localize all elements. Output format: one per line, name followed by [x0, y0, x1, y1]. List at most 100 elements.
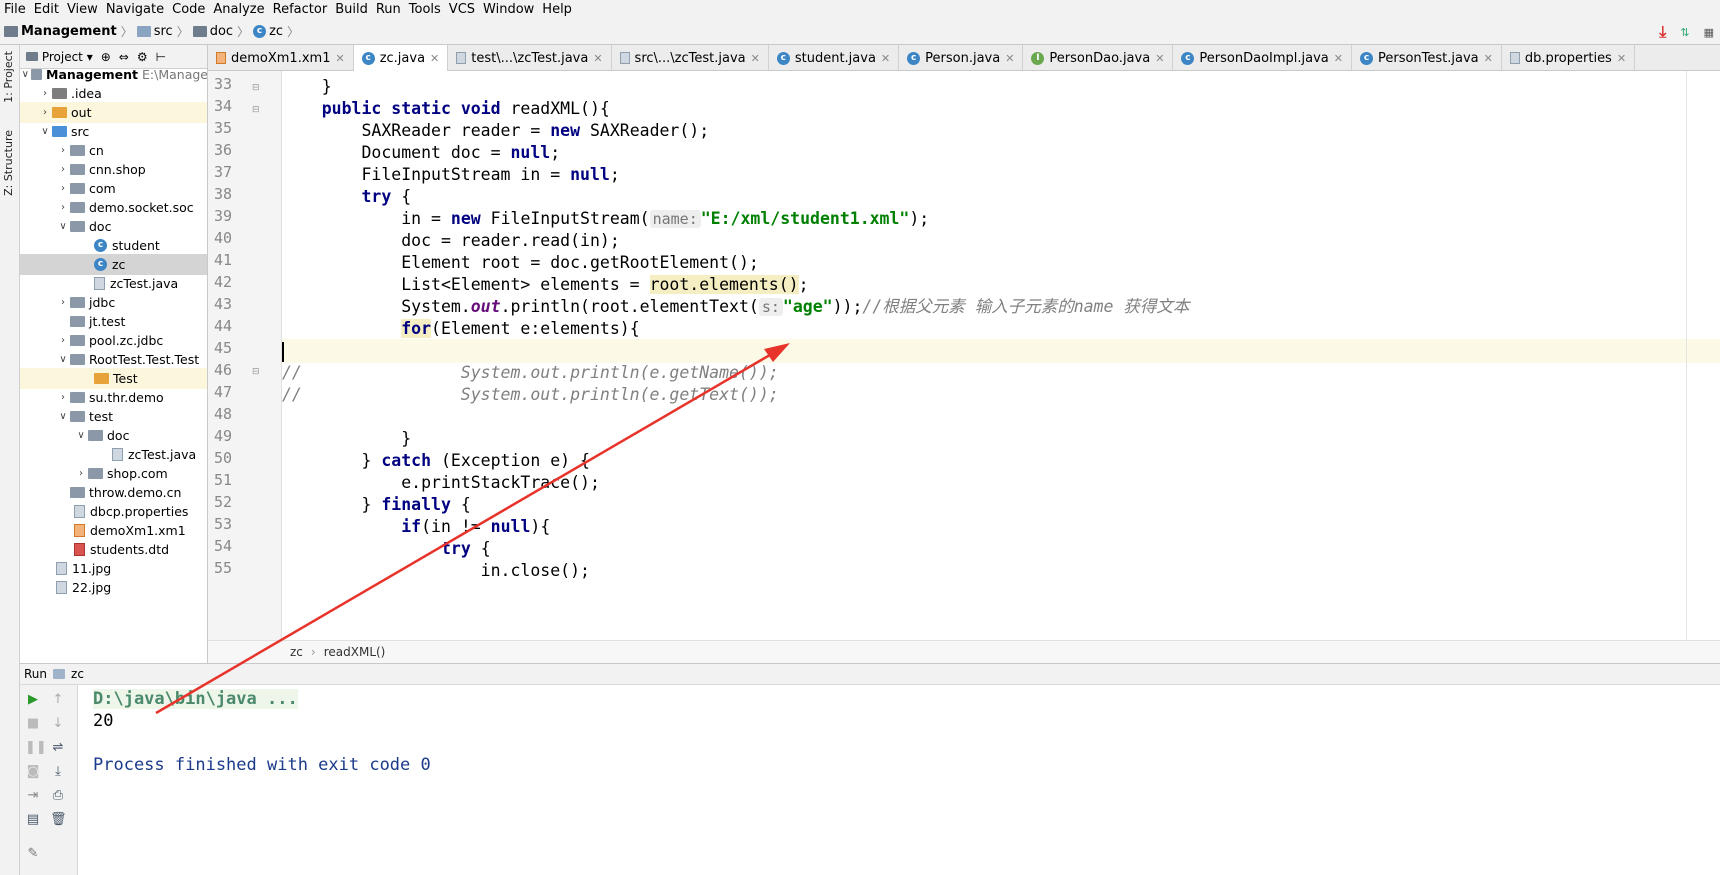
tree-item-src[interactable]: ∨ src: [20, 121, 207, 142]
menu-refactor[interactable]: Refactor: [273, 2, 328, 17]
close-icon[interactable]: ✕: [1155, 52, 1164, 65]
code-crumb-class[interactable]: zc: [290, 645, 303, 659]
run-config-tab[interactable]: zc: [71, 667, 84, 681]
menu-edit[interactable]: Edit: [34, 2, 59, 17]
tab-student-java[interactable]: c student.java ✕: [769, 45, 900, 71]
file-icon: [456, 52, 467, 64]
close-icon[interactable]: ✕: [751, 52, 760, 65]
close-icon[interactable]: ✕: [1005, 52, 1014, 65]
print-icon[interactable]: ⎙: [50, 789, 66, 803]
tree-item-throw-demo[interactable]: throw.demo.cn: [20, 482, 207, 503]
tab-person-java[interactable]: c Person.java ✕: [899, 45, 1024, 71]
hide-icon[interactable]: ⊢: [156, 50, 166, 64]
tree-item-demo-socket[interactable]: › demo.socket.soc: [20, 197, 207, 218]
menu-tools[interactable]: Tools: [409, 2, 441, 17]
close-icon[interactable]: ✕: [1617, 52, 1626, 65]
layout-icon[interactable]: ▤: [25, 813, 41, 827]
menu-help[interactable]: Help: [542, 2, 572, 17]
trash-icon[interactable]: 🗑: [50, 813, 67, 827]
tree-item-11-jpg[interactable]: 11.jpg: [20, 558, 207, 579]
download-icon[interactable]: ⤓: [1659, 22, 1666, 42]
menu-view[interactable]: View: [67, 2, 98, 17]
tree-item-students-dtd[interactable]: students.dtd: [20, 539, 207, 560]
menu-code[interactable]: Code: [172, 2, 205, 17]
tree-item-su-thr[interactable]: › su.thr.demo: [20, 387, 207, 408]
tree-item-zctest[interactable]: zcTest.java: [20, 273, 207, 294]
fold-icon[interactable]: ⊟: [252, 367, 260, 377]
menu-build[interactable]: Build: [335, 2, 368, 17]
pin-icon[interactable]: ✎: [25, 847, 41, 861]
fold-icon[interactable]: ⊟: [252, 83, 260, 93]
soft-wrap-icon[interactable]: ⇌: [50, 741, 66, 755]
tree-item-doc[interactable]: ∨ doc: [20, 216, 207, 237]
close-icon[interactable]: ✕: [881, 52, 890, 65]
stop-icon[interactable]: ■: [25, 717, 41, 731]
code-crumb-method[interactable]: readXML(): [324, 645, 386, 659]
tree-item-test-folder[interactable]: Test: [20, 368, 207, 389]
tree-item-test-zctest[interactable]: zcTest.java: [20, 444, 207, 465]
chevron-down-icon: ∨: [21, 69, 29, 80]
structure-icon[interactable]: ▦: [1704, 26, 1714, 39]
breadcrumb-zc[interactable]: c zc: [253, 24, 283, 39]
collapse-icon[interactable]: ⇔: [119, 50, 129, 64]
tab-db-properties[interactable]: db.properties ✕: [1502, 45, 1636, 71]
tree-item-shop-com[interactable]: › shop.com: [20, 463, 207, 484]
project-tool-tab[interactable]: 1: Project: [2, 51, 15, 103]
close-icon[interactable]: ✕: [335, 52, 344, 65]
tab-demoxm1[interactable]: demoXm1.xm1 ✕: [208, 45, 354, 71]
tree-item-test[interactable]: ∨ test: [20, 406, 207, 427]
locate-icon[interactable]: ⊕: [101, 50, 111, 64]
tree-item-pool[interactable]: › pool.zc.jdbc: [20, 330, 207, 351]
up-arrow-icon[interactable]: ↑: [50, 693, 66, 707]
close-icon[interactable]: ✕: [1334, 52, 1343, 65]
tree-item-dbcp[interactable]: dbcp.properties: [20, 501, 207, 522]
camera-icon[interactable]: ◙: [25, 765, 41, 779]
menu-window[interactable]: Window: [483, 2, 534, 17]
tab-test-zctest[interactable]: test\...\zcTest.java ✕: [448, 45, 612, 71]
close-icon[interactable]: ✕: [593, 52, 602, 65]
tree-item-demoxm1[interactable]: demoXm1.xm1: [20, 520, 207, 541]
tree-item-cnn-shop[interactable]: › cnn.shop: [20, 159, 207, 180]
menu-run[interactable]: Run: [376, 2, 401, 17]
tree-item-com[interactable]: › com: [20, 178, 207, 199]
tree-item-out[interactable]: › out: [20, 102, 207, 123]
exit-icon[interactable]: ⇥: [25, 789, 41, 803]
tree-item-idea[interactable]: › .idea: [20, 83, 207, 104]
close-icon[interactable]: ✕: [430, 52, 439, 65]
tree-item-roottest[interactable]: ∨ RootTest.Test.Test: [20, 349, 207, 370]
tab-persondao-java[interactable]: I PersonDao.java ✕: [1023, 45, 1174, 71]
scroll-end-icon[interactable]: ⤓: [50, 765, 66, 779]
down-arrow-icon[interactable]: ↓: [50, 717, 66, 731]
breadcrumb-project[interactable]: Management: [4, 24, 117, 39]
code-editor[interactable]: } public static void readXML(){ SAXReade…: [282, 71, 1720, 640]
menu-analyze[interactable]: Analyze: [213, 2, 264, 17]
tree-root[interactable]: ∨ Management E:\Manage: [20, 64, 207, 85]
structure-tool-tab[interactable]: Z: Structure: [2, 130, 15, 196]
tree-item-22-jpg[interactable]: 22.jpg: [20, 577, 207, 598]
menu-navigate[interactable]: Navigate: [106, 2, 164, 17]
fold-icon[interactable]: ⊟: [252, 105, 260, 115]
tree-item-student[interactable]: c student: [20, 235, 207, 256]
tree-item-cn[interactable]: › cn: [20, 140, 207, 161]
code-line: }: [282, 77, 332, 96]
breadcrumb-doc[interactable]: doc: [192, 24, 233, 39]
menu-file[interactable]: File: [4, 2, 26, 17]
console-output[interactable]: D:\java\bin\java ... 20 Process finished…: [78, 685, 1720, 875]
tree-item-test-doc[interactable]: ∨ doc: [20, 425, 207, 446]
source-folder-icon: [52, 126, 67, 137]
gear-icon[interactable]: ⚙: [137, 50, 148, 64]
tab-zc-java[interactable]: c zc.java ✕: [353, 45, 449, 71]
close-icon[interactable]: ✕: [1484, 52, 1493, 65]
project-view-selector[interactable]: Project ▾: [26, 50, 93, 64]
pause-icon[interactable]: ❚❚: [25, 741, 47, 755]
sort-icon[interactable]: ⇅: [1680, 26, 1689, 39]
tree-item-zc[interactable]: c zc: [20, 254, 207, 275]
breadcrumb-src[interactable]: src: [136, 24, 173, 39]
tree-item-jt-test[interactable]: jt.test: [20, 311, 207, 332]
rerun-icon[interactable]: ▶: [25, 693, 41, 707]
tab-src-zctest[interactable]: src\...\zcTest.java ✕: [612, 45, 769, 71]
tab-persontest-java[interactable]: c PersonTest.java ✕: [1352, 45, 1502, 71]
tree-item-jdbc[interactable]: › jdbc: [20, 292, 207, 313]
menu-vcs[interactable]: VCS: [449, 2, 475, 17]
tab-persondaoimpl-java[interactable]: c PersonDaoImpl.java ✕: [1173, 45, 1352, 71]
